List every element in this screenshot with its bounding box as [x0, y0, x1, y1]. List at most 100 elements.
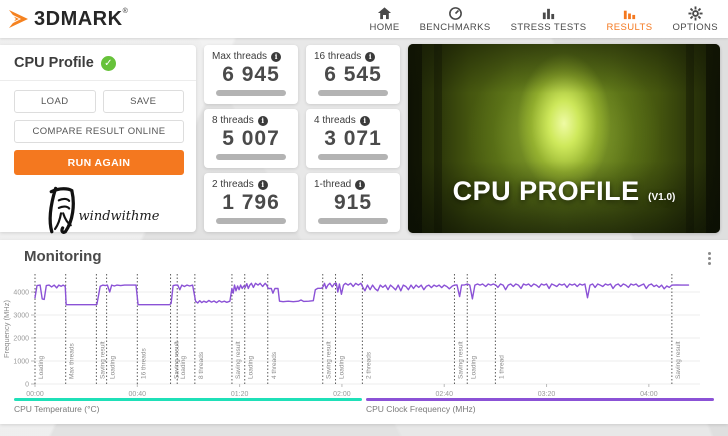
panel-title: CPU Profile	[14, 55, 94, 71]
nav-label: OPTIONS	[672, 21, 718, 33]
monitoring-title: Monitoring	[24, 248, 102, 265]
svg-text:00:40: 00:40	[129, 391, 147, 398]
score-card-16-threads: 16 threads i 6 545	[306, 45, 400, 104]
divider	[0, 80, 196, 81]
svg-text:1000: 1000	[13, 359, 29, 366]
3dmark-logo: 3DMARK®	[8, 8, 128, 30]
frequency-chart: 0 1000 2000 3000 4000 00:00 00:40 01:20 02:00 02:…	[2, 274, 700, 398]
svg-text:01:20: 01:20	[231, 391, 249, 398]
nav-label: BENCHMARKS	[419, 21, 491, 33]
svg-text:Loading: Loading	[38, 355, 45, 379]
score-bar	[318, 90, 388, 96]
score-card-1-thread: 1-thread i 915	[306, 173, 400, 232]
score-label: 4 threads	[314, 115, 356, 126]
watermark-text: windwithme	[78, 208, 160, 224]
svg-text:04:00: 04:00	[640, 391, 658, 398]
score-card-8-threads: 8 threads i 5 007	[204, 109, 298, 168]
svg-text:Saving result: Saving result	[99, 341, 106, 379]
legend-cpu-temperature: CPU Temperature (°C)	[14, 398, 362, 414]
legend-swatch-teal	[14, 398, 362, 401]
svg-text:Saving result: Saving result	[457, 341, 464, 379]
top-header: 3DMARK® HOME BENCHMARKS STRESS TESTS RES…	[0, 0, 728, 38]
compare-result-online-button[interactable]: COMPARE RESULT ONLINE	[14, 120, 184, 143]
score-card-2-threads: 2 threads i 1 796	[204, 173, 298, 232]
info-icon[interactable]: i	[257, 115, 268, 126]
nav-item-results[interactable]: RESULTS	[607, 6, 653, 33]
score-grid: Max threads i 6 945 16 threads i 6 545 8 t…	[204, 45, 400, 232]
svg-text:03:20: 03:20	[538, 391, 556, 398]
score-value: 3 071	[324, 127, 382, 150]
svg-text:Frequency (MHz): Frequency (MHz)	[2, 300, 11, 358]
score-bar	[216, 90, 286, 96]
svg-text:4000: 4000	[13, 290, 29, 297]
logo-text: 3DMARK	[34, 8, 123, 30]
3dmark-logo-icon	[9, 10, 28, 28]
svg-text:16 threads: 16 threads	[140, 348, 147, 379]
svg-text:4 threads: 4 threads	[271, 351, 278, 379]
legend-label: CPU Clock Frequency (MHz)	[366, 404, 476, 414]
svg-text:Loading: Loading	[470, 355, 477, 379]
svg-text:02:40: 02:40	[435, 391, 453, 398]
score-label: Max threads	[212, 51, 268, 62]
svg-text:0: 0	[25, 382, 29, 389]
svg-text:Saving result: Saving result	[235, 341, 242, 379]
score-value: 1 796	[222, 191, 280, 214]
cpu-profile-hero-image: CPU PROFILE (V1.0)	[408, 44, 720, 233]
info-icon[interactable]: i	[359, 115, 370, 126]
save-button[interactable]: SAVE	[102, 90, 184, 113]
score-value: 915	[333, 191, 373, 214]
info-icon[interactable]: i	[257, 179, 268, 190]
nav-label: HOME	[369, 21, 400, 33]
score-bar	[318, 154, 388, 160]
cpu-profile-panel: CPU Profile ✓ LOAD SAVE COMPARE RESULT O…	[0, 45, 196, 234]
nav-item-options[interactable]: OPTIONS	[672, 5, 718, 33]
load-button[interactable]: LOAD	[14, 90, 96, 113]
svg-text:Max threads: Max threads	[69, 342, 76, 379]
svg-text:Loading: Loading	[180, 355, 187, 379]
nav-label: RESULTS	[606, 21, 653, 33]
gear-icon	[688, 5, 703, 21]
score-value: 6 945	[222, 63, 280, 86]
svg-text:1 thread: 1 thread	[498, 355, 505, 379]
check-circle-icon: ✓	[100, 55, 116, 71]
svg-text:Loading: Loading	[248, 355, 255, 379]
score-label: 16 threads	[314, 51, 362, 62]
legend-cpu-clock-frequency: CPU Clock Frequency (MHz)	[366, 398, 714, 414]
info-icon[interactable]: i	[355, 179, 366, 190]
svg-text:Loading: Loading	[339, 355, 346, 379]
score-value: 5 007	[222, 127, 280, 150]
score-bar	[318, 218, 388, 224]
nav-label: STRESS TESTS	[510, 21, 587, 33]
svg-text:00:00: 00:00	[26, 391, 44, 398]
logo-registered-mark: ®	[122, 8, 128, 15]
run-again-button[interactable]: RUN AGAIN	[14, 150, 184, 175]
svg-text:Saving result: Saving result	[326, 341, 333, 379]
score-label: 8 threads	[212, 115, 254, 126]
gauge-icon	[448, 6, 462, 20]
svg-text:2 threads: 2 threads	[365, 351, 372, 379]
info-icon[interactable]: i	[271, 51, 282, 62]
nav-item-stress-tests[interactable]: STRESS TESTS	[511, 6, 587, 33]
legend-label: CPU Temperature (°C)	[14, 404, 100, 414]
svg-text:Saving result: Saving result	[675, 341, 682, 379]
score-bar	[216, 218, 286, 224]
svg-text:2000: 2000	[13, 336, 29, 343]
windwithme-logo-icon	[48, 186, 75, 234]
score-bar	[216, 154, 286, 160]
bar-chart-icon	[542, 8, 555, 19]
score-value: 6 545	[324, 63, 382, 86]
score-label: 1-thread	[314, 179, 352, 190]
hero-version: (V1.0)	[648, 192, 676, 203]
svg-text:3000: 3000	[13, 313, 29, 320]
score-card-4-threads: 4 threads i 3 071	[306, 109, 400, 168]
bar-chart-icon	[623, 10, 636, 19]
svg-text:8 threads: 8 threads	[198, 351, 205, 379]
chart-legend: CPU Temperature (°C) CPU Clock Frequency…	[14, 398, 714, 414]
info-icon[interactable]: i	[365, 51, 376, 62]
svg-text:02:00: 02:00	[333, 391, 351, 398]
score-card-max-threads: Max threads i 6 945	[204, 45, 298, 104]
nav-item-home[interactable]: HOME	[369, 6, 399, 33]
results-area: CPU Profile ✓ LOAD SAVE COMPARE RESULT O…	[0, 38, 728, 240]
nav-item-benchmarks[interactable]: BENCHMARKS	[420, 6, 491, 33]
legend-swatch-purple	[366, 398, 714, 401]
